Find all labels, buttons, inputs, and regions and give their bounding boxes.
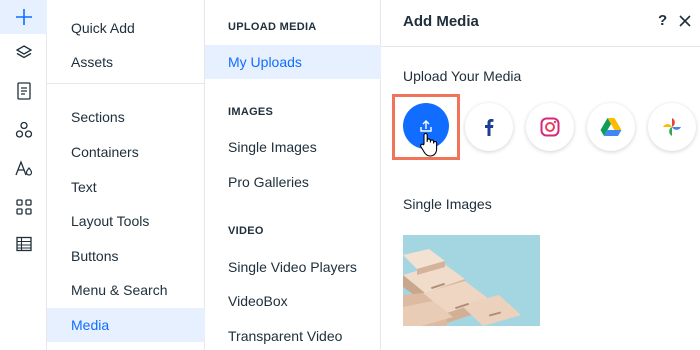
menu-item-sections[interactable]: Sections — [47, 100, 205, 134]
google-drive-icon — [600, 118, 622, 136]
close-icon — [679, 15, 691, 27]
facebook-source-button[interactable] — [465, 103, 513, 151]
instagram-icon — [540, 117, 560, 137]
add-elements-button[interactable] — [0, 0, 47, 34]
components-button[interactable] — [0, 113, 47, 147]
close-button[interactable] — [677, 13, 693, 29]
menu-item-media[interactable]: Media — [47, 308, 205, 342]
add-media-panel: Add Media ? Upload Your Media Single Ima… — [381, 0, 700, 350]
panel-title: Add Media — [403, 13, 479, 30]
hand-cursor-icon — [420, 132, 438, 157]
table-icon — [15, 236, 32, 252]
google-photos-icon — [663, 118, 681, 136]
menu-divider — [47, 83, 205, 84]
menu-item-quick-add[interactable]: Quick Add — [47, 11, 205, 45]
plus-icon — [15, 9, 32, 25]
submenu-item-transparent-video[interactable]: Transparent Video — [205, 319, 381, 350]
single-image-thumbnail[interactable] — [403, 235, 540, 326]
instagram-source-button[interactable] — [526, 103, 574, 151]
single-images-label: Single Images — [403, 196, 492, 212]
boxes-image — [403, 235, 540, 326]
pages-button[interactable] — [0, 74, 47, 108]
layers-icon — [15, 45, 32, 59]
site-design-button[interactable] — [0, 151, 47, 185]
submenu-item-pro-galleries[interactable]: Pro Galleries — [205, 165, 381, 199]
panel-header: Add Media ? — [381, 0, 700, 47]
facebook-icon — [485, 119, 494, 136]
apps-grid-icon — [15, 199, 32, 215]
google-drive-source-button[interactable] — [587, 103, 635, 151]
media-submenu: UPLOAD MEDIA My Uploads IMAGES Single Im… — [205, 0, 381, 350]
upload-media-heading: UPLOAD MEDIA — [228, 21, 317, 33]
google-photos-source-button[interactable] — [648, 103, 696, 151]
text-styles-icon — [14, 160, 32, 176]
menu-item-buttons[interactable]: Buttons — [47, 239, 205, 273]
submenu-item-single-video-players[interactable]: Single Video Players — [205, 250, 381, 284]
page-icon — [16, 82, 31, 100]
video-heading: VIDEO — [228, 225, 264, 237]
layers-button[interactable] — [0, 36, 47, 70]
submenu-item-videobox[interactable]: VideoBox — [205, 284, 381, 318]
add-menu-categories: Quick Add Assets Sections Containers Tex… — [47, 0, 205, 350]
left-icon-rail — [0, 0, 47, 350]
menu-item-layout-tools[interactable]: Layout Tools — [47, 204, 205, 238]
apps-button[interactable] — [0, 190, 47, 224]
menu-item-menu-search[interactable]: Menu & Search — [47, 273, 205, 307]
submenu-item-my-uploads[interactable]: My Uploads — [205, 45, 381, 79]
help-button[interactable]: ? — [658, 12, 667, 29]
submenu-item-single-images[interactable]: Single Images — [205, 130, 381, 164]
menu-item-containers[interactable]: Containers — [47, 135, 205, 169]
upload-your-media-label: Upload Your Media — [403, 68, 522, 84]
cms-button[interactable] — [0, 227, 47, 261]
menu-item-assets[interactable]: Assets — [47, 45, 205, 79]
menu-item-text[interactable]: Text — [47, 170, 205, 204]
components-icon — [15, 121, 32, 138]
images-heading: IMAGES — [228, 106, 274, 118]
